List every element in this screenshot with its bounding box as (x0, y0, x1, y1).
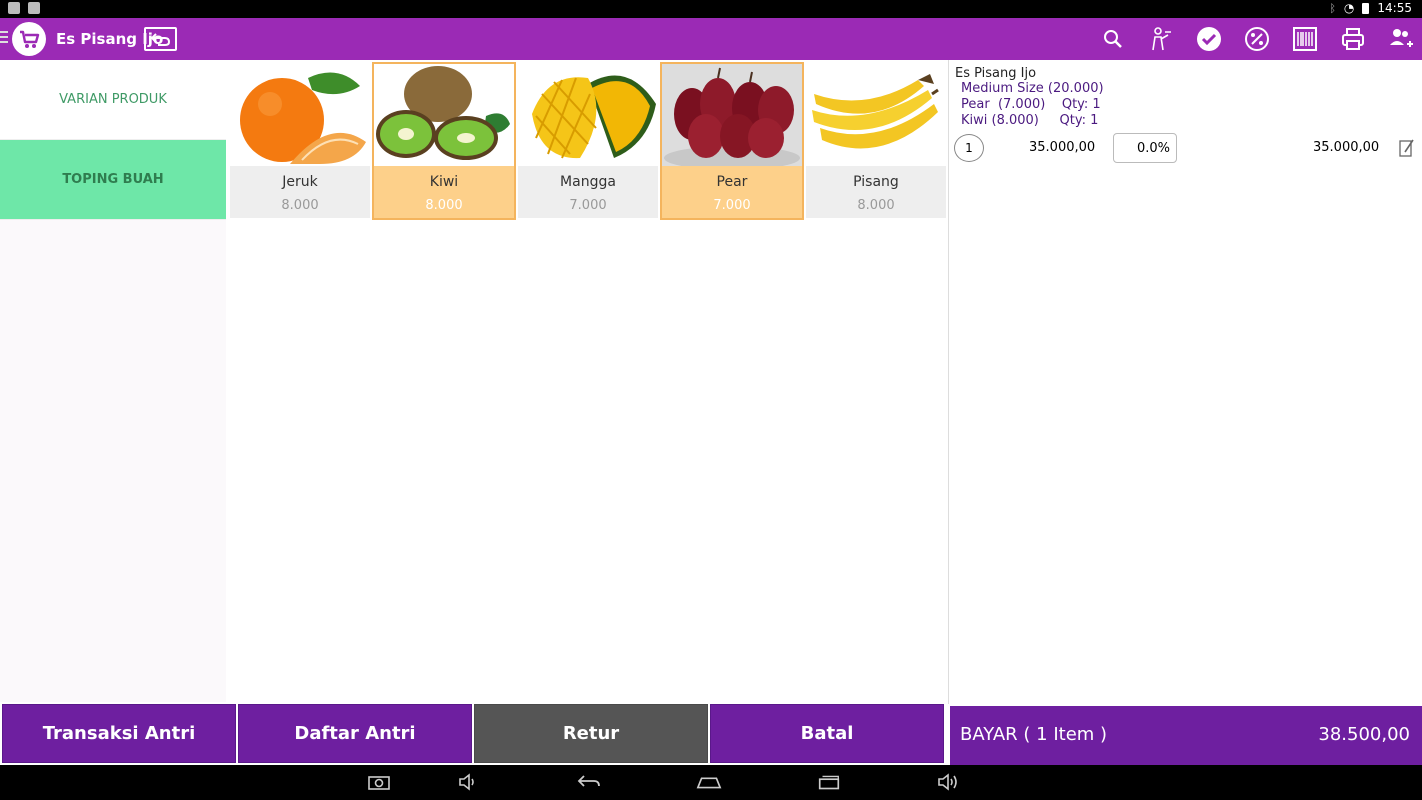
product-price: 7.000 (713, 198, 751, 213)
product-price: 8.000 (281, 198, 319, 213)
cart-panel: Es Pisang Ijo Medium Size (20.000) Pear … (948, 60, 1422, 704)
barcode-icon (1293, 27, 1317, 51)
product-card-pear[interactable]: Pear 7.000 (660, 62, 804, 220)
screenshot-button[interactable] (366, 771, 392, 793)
cart-modifier: Medium Size (20.000) (961, 81, 1104, 96)
product-card-kiwi[interactable]: Kiwi 8.000 (372, 62, 516, 220)
product-name: Pear (716, 174, 748, 190)
print-button[interactable] (1340, 26, 1366, 52)
app-bar: Es Pisang Ijo (0, 18, 1422, 60)
edit-note-icon (1399, 139, 1414, 157)
speaker-icon (459, 773, 474, 791)
speaker-loud-icon (938, 773, 957, 791)
cart-line: 1 35.000,00 0.0% 35.000,00 (949, 132, 1422, 164)
category-label: TOPING BUAH (62, 172, 164, 187)
back-button[interactable] (144, 27, 177, 51)
clock: 14:55 (1377, 1, 1412, 15)
product-grid: Jeruk 8.000 Kiwi 8.000 Mangga 7.000 Pear… (228, 62, 946, 702)
back-arrow-icon (577, 775, 600, 787)
product-name: Kiwi (429, 174, 459, 190)
system-nav-bar (0, 765, 1422, 800)
customer-button[interactable] (1388, 26, 1414, 52)
product-name: Mangga (560, 174, 616, 190)
search-icon (1104, 30, 1122, 48)
menu-icon[interactable] (0, 31, 8, 46)
pear-image (662, 64, 802, 166)
recent-apps-icon (818, 775, 840, 790)
line-total: 35.000,00 (1313, 140, 1380, 155)
cart-item-name: Es Pisang Ijo (955, 66, 1037, 81)
confirm-button[interactable] (1196, 26, 1222, 52)
pay-label: BAYAR ( 1 Item ) (960, 724, 1108, 745)
category-varian-produk[interactable]: VARIAN PRODUK (0, 60, 226, 140)
recents-button[interactable] (816, 771, 842, 793)
cart-modifier: Kiwi (8.000) Qty: 1 (961, 113, 1099, 128)
status-bar: ᛒ ◔ 14:55 (0, 0, 1422, 18)
product-price: 8.000 (857, 198, 895, 213)
product-price: 8.000 (425, 198, 463, 213)
unit-price: 35.000,00 (1029, 140, 1096, 155)
home-button[interactable] (696, 771, 722, 793)
discount-button[interactable] (1244, 26, 1270, 52)
camera-icon (368, 776, 390, 790)
notification-icon (8, 2, 20, 14)
return-arrow-icon (150, 33, 170, 46)
barcode-button[interactable] (1292, 26, 1318, 52)
product-name: Jeruk (282, 174, 318, 190)
cart-logo-icon (12, 22, 46, 56)
banana-image (806, 64, 946, 166)
discount-field[interactable]: 0.0% (1113, 133, 1177, 163)
product-name: Pisang (853, 174, 899, 190)
queue-transaction-button[interactable]: Transaksi Antri (2, 704, 236, 763)
product-card-jeruk[interactable]: Jeruk 8.000 (230, 64, 370, 218)
search-button[interactable] (1100, 26, 1126, 52)
category-label: VARIAN PRODUK (59, 92, 167, 107)
back-nav-button[interactable] (576, 771, 602, 793)
waiter-icon (1152, 27, 1171, 51)
home-icon (696, 777, 722, 789)
volume-up-button[interactable] (936, 771, 962, 793)
category-panel: VARIAN PRODUK TOPING BUAH (0, 60, 226, 702)
orange-image (230, 64, 370, 166)
quantity-button[interactable]: 1 (954, 134, 984, 162)
queue-list-button[interactable]: Daftar Antri (238, 704, 472, 763)
printer-icon (1342, 28, 1364, 50)
product-card-pisang[interactable]: Pisang 8.000 (806, 64, 946, 218)
clipboard-icon (28, 2, 40, 14)
product-card-mangga[interactable]: Mangga 7.000 (518, 64, 658, 218)
add-customer-icon (1390, 29, 1413, 47)
product-price: 7.000 (569, 198, 607, 213)
volume-down-button[interactable] (456, 771, 482, 793)
cart-modifier: Pear (7.000) Qty: 1 (961, 97, 1101, 112)
check-circle-icon (1197, 27, 1221, 51)
waiter-button[interactable] (1148, 26, 1174, 52)
return-button[interactable]: Retur (474, 704, 708, 763)
cancel-button[interactable]: Batal (710, 704, 944, 763)
bluetooth-icon: ᛒ (1329, 1, 1336, 15)
percent-icon (1245, 27, 1269, 51)
category-toping-buah[interactable]: TOPING BUAH (0, 140, 226, 220)
wifi-icon: ◔ (1343, 1, 1355, 15)
edit-button[interactable] (1399, 138, 1415, 162)
battery-icon (1362, 2, 1370, 14)
mango-image (518, 64, 658, 166)
pay-button[interactable]: BAYAR ( 1 Item ) 38.500,00 (950, 706, 1422, 765)
kiwi-image (374, 64, 514, 166)
pay-amount: 38.500,00 (1318, 724, 1410, 745)
